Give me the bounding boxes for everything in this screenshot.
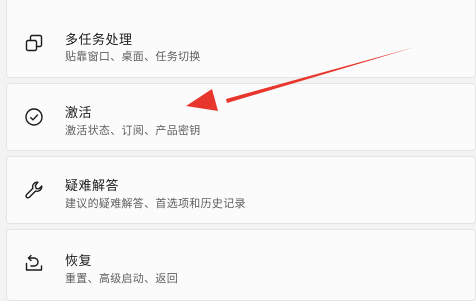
wrench-icon (23, 179, 45, 201)
settings-item-title: 疑难解答 (65, 179, 120, 194)
settings-item-recovery[interactable]: 恢复 重置、高级启动、返回 (6, 229, 476, 301)
settings-item-subtitle: 建议的疑难解答、首选项和历史记录 (65, 197, 246, 210)
settings-item-subtitle: 贴靠窗口、桌面、任务切换 (65, 50, 201, 63)
settings-item-subtitle: 激活状态、订阅、产品密钥 (65, 124, 201, 137)
settings-item-multitasking[interactable]: 多任务处理 贴靠窗口、桌面、任务切换 (6, 0, 476, 78)
settings-item-title: 恢复 (65, 254, 93, 269)
settings-item-activation[interactable]: 激活 激活状态、订阅、产品密钥 (6, 83, 476, 151)
settings-item-subtitle: 重置、高级启动、返回 (65, 272, 178, 285)
settings-item-title: 激活 (65, 106, 93, 121)
recovery-icon (23, 252, 45, 274)
settings-item-troubleshoot[interactable]: 疑难解答 建议的疑难解答、首选项和历史记录 (6, 156, 476, 224)
settings-item-title: 多任务处理 (65, 33, 133, 48)
multitasking-icon (23, 32, 45, 54)
check-circle-icon (23, 106, 45, 128)
